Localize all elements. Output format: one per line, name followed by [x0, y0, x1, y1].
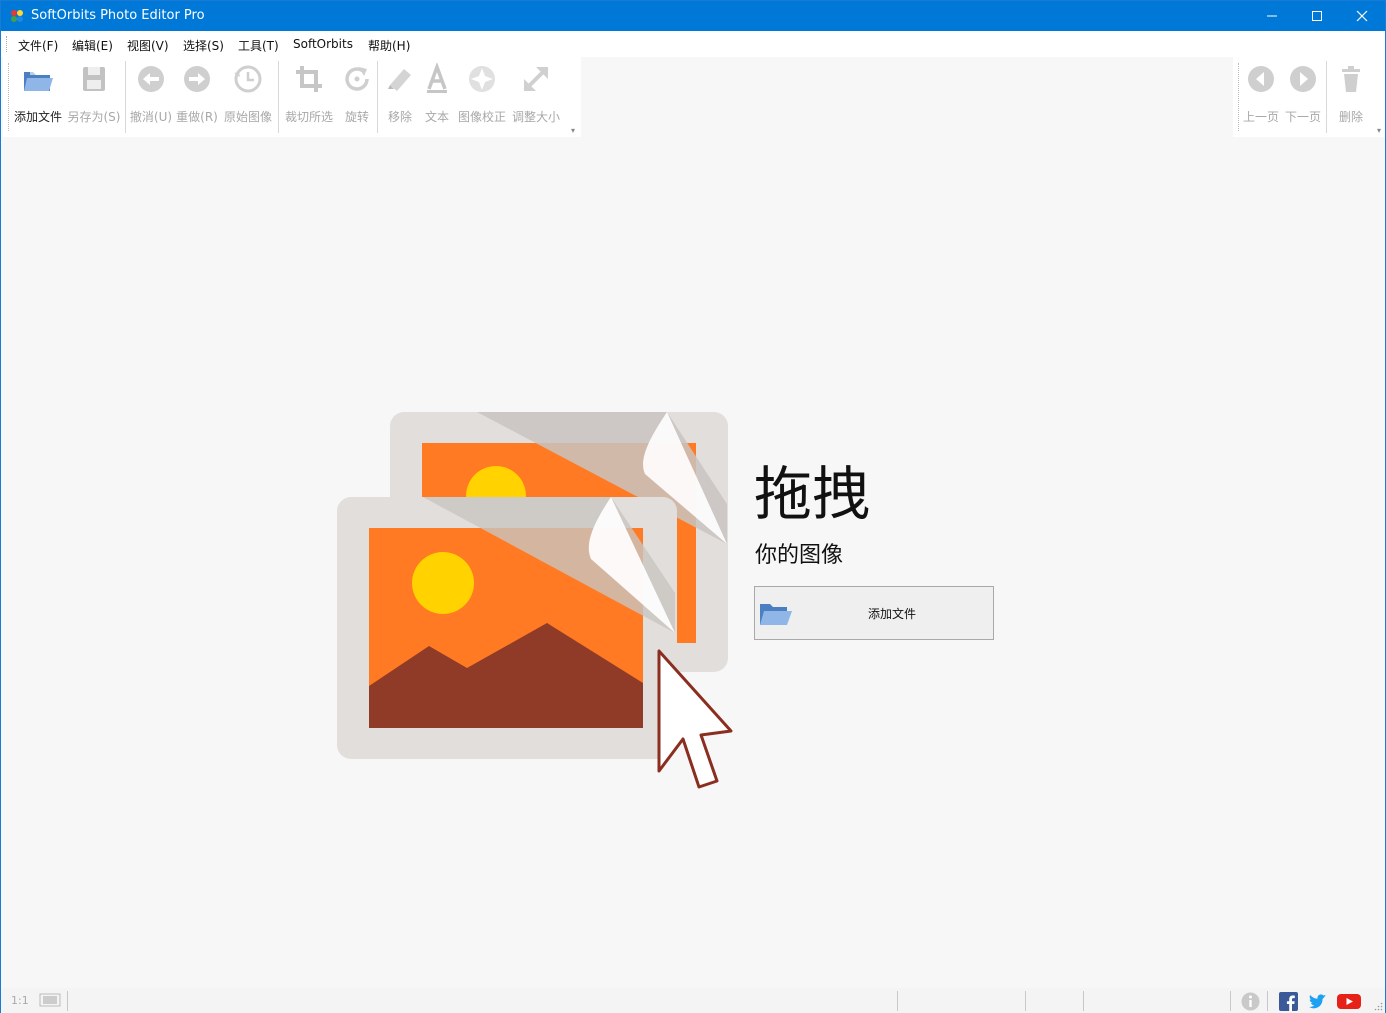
front-photo	[337, 497, 677, 759]
crop-icon	[296, 66, 322, 92]
toolbar-original-image-button[interactable]: 原始图像	[221, 57, 275, 129]
toolbar-label: 重做(R)	[176, 110, 218, 124]
menu-bar: 文件(F) 编辑(E) 视图(V) 选择(S) 工具(T) SoftOrbits…	[1, 31, 1385, 57]
status-separator	[1083, 991, 1084, 1011]
app-logo-icon	[11, 10, 23, 22]
twitter-icon[interactable]	[1308, 992, 1327, 1011]
add-file-button[interactable]: 添加文件	[754, 586, 994, 640]
eraser-icon	[388, 69, 411, 91]
menu-edit[interactable]: 编辑(E)	[72, 37, 113, 54]
menu-grip[interactable]	[6, 36, 9, 52]
toolbar-delete-button[interactable]: 删除	[1331, 57, 1371, 129]
main-toolbar: 添加文件 另存为(S) 撤消(U) 重做(R) 原始图像 裁切所选 旋转 移除 …	[3, 57, 581, 137]
status-separator	[67, 991, 68, 1011]
nav-toolbar: 上一页 下一页 删除 ▾	[1233, 57, 1385, 137]
toolbar-add-file-button[interactable]: 添加文件	[11, 57, 65, 129]
toolbar-separator	[125, 61, 126, 133]
facebook-icon[interactable]	[1279, 992, 1298, 1011]
youtube-icon[interactable]	[1337, 992, 1361, 1011]
toolbar-separator	[1326, 61, 1327, 133]
drop-images-illustration	[337, 412, 733, 789]
menu-help[interactable]: 帮助(H)	[368, 37, 410, 54]
menu-tools[interactable]: 工具(T)	[238, 37, 279, 54]
enhance-icon	[469, 66, 495, 92]
toolbar-label: 另存为(S)	[67, 110, 121, 124]
toolbar-label: 文本	[424, 110, 449, 124]
menu-file[interactable]: 文件(F)	[18, 37, 58, 54]
text-icon	[427, 63, 447, 93]
previous-icon	[1248, 66, 1274, 92]
toolbar-resize-button[interactable]: 调整大小	[509, 57, 563, 129]
toolbar-label: 下一页	[1284, 110, 1321, 124]
menu-softorbits[interactable]: SoftOrbits	[293, 37, 353, 51]
toolbar-grip[interactable]	[1238, 63, 1240, 131]
toolbar-remove-button[interactable]: 移除	[381, 57, 419, 129]
toolbar-separator	[278, 61, 279, 133]
title-bar[interactable]: SoftOrbits Photo Editor Pro	[1, 1, 1385, 31]
app-window: SoftOrbits Photo Editor Pro 文件(F) 编辑(E) …	[0, 0, 1386, 1013]
toolbar-separator	[377, 61, 378, 133]
toolbar-label: 裁切所选	[284, 110, 333, 124]
toolbar-label: 移除	[387, 110, 412, 124]
toolbar-label: 撤消(U)	[129, 110, 173, 124]
toolbar-enhance-button[interactable]: 图像校正	[455, 57, 509, 129]
folder-open-icon	[24, 69, 53, 91]
maximize-icon	[1312, 11, 1322, 21]
info-icon[interactable]	[1241, 992, 1260, 1011]
undo-icon	[138, 66, 164, 92]
toolbar-label: 原始图像	[223, 110, 272, 124]
toolbar-next-button[interactable]: 下一页	[1283, 57, 1323, 129]
fit-to-window-icon[interactable]	[39, 993, 61, 1007]
toolbar-undo-button[interactable]: 撤消(U)	[129, 57, 173, 129]
history-icon	[234, 65, 262, 93]
drag-subtitle: 你的图像	[755, 543, 844, 568]
toolbar-overflow-icon[interactable]: ▾	[1377, 126, 1381, 135]
status-bar: 1:1	[1, 988, 1385, 1013]
menu-view[interactable]: 视图(V)	[127, 37, 169, 54]
toolbar-previous-button[interactable]: 上一页	[1241, 57, 1281, 129]
toolbar-label: 旋转	[344, 110, 369, 124]
close-button[interactable]	[1339, 1, 1385, 31]
redo-icon	[184, 66, 210, 92]
toolbar-label: 上一页	[1242, 110, 1279, 124]
toolbar-label: 删除	[1338, 110, 1363, 124]
minimize-button[interactable]	[1249, 1, 1295, 31]
rotate-icon	[345, 67, 369, 91]
minimize-icon	[1267, 15, 1277, 17]
next-icon	[1290, 66, 1316, 92]
window-title: SoftOrbits Photo Editor Pro	[31, 8, 205, 23]
maximize-button[interactable]	[1294, 1, 1340, 31]
status-separator	[1025, 991, 1026, 1011]
add-file-button-label: 添加文件	[867, 607, 916, 621]
status-separator	[897, 991, 898, 1011]
status-separator	[1230, 991, 1231, 1011]
status-separator	[1267, 991, 1268, 1011]
menu-select[interactable]: 选择(S)	[183, 37, 224, 54]
drag-title: 拖拽	[754, 460, 871, 528]
close-icon	[1356, 10, 1368, 22]
resize-grip-icon[interactable]	[1373, 1001, 1383, 1011]
resize-icon	[523, 66, 549, 92]
zoom-level[interactable]: 1:1	[11, 994, 29, 1007]
toolbar-rotate-button[interactable]: 旋转	[339, 57, 375, 129]
trash-icon	[1342, 66, 1360, 92]
toolbar-save-as-button[interactable]: 另存为(S)	[67, 57, 121, 129]
toolbar-label: 添加文件	[13, 110, 62, 124]
toolbar-grip[interactable]	[8, 63, 10, 131]
toolbar-crop-button[interactable]: 裁切所选	[281, 57, 337, 129]
toolbar-redo-button[interactable]: 重做(R)	[175, 57, 219, 129]
toolbar-overflow-icon[interactable]: ▾	[571, 126, 575, 135]
toolbar-label: 图像校正	[457, 110, 506, 124]
toolbar-label: 调整大小	[511, 110, 560, 124]
save-icon	[83, 67, 105, 91]
toolbar-text-button[interactable]: 文本	[419, 57, 455, 129]
